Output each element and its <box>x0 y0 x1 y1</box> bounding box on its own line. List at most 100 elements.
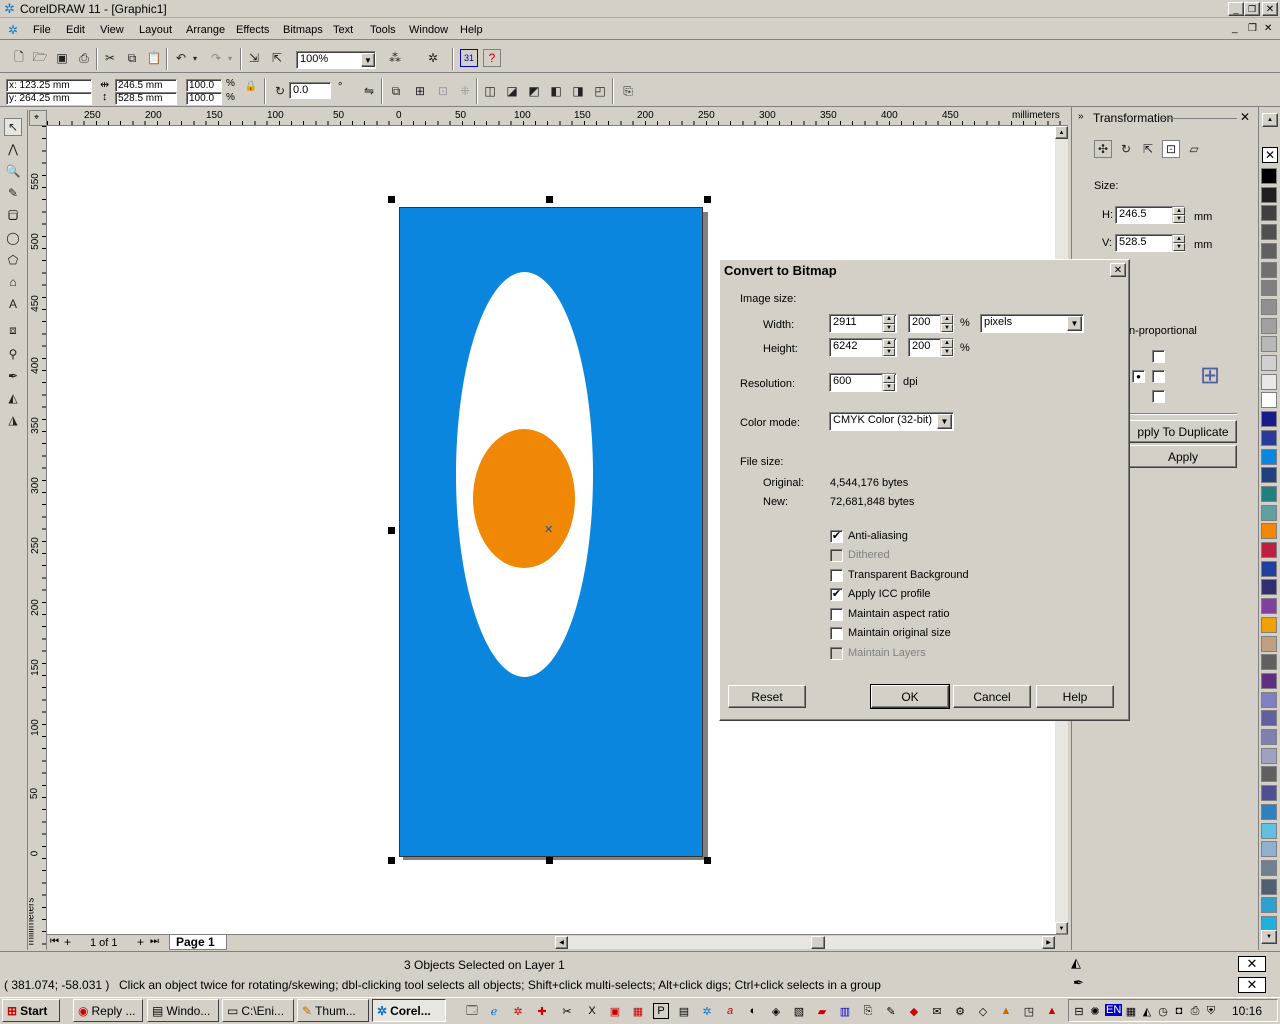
ungroup-all-icon[interactable]: ⊡ <box>434 82 452 100</box>
fill-tool-icon[interactable]: ◭ <box>4 389 22 407</box>
palette-swatch[interactable] <box>1261 261 1277 278</box>
back-minus-front-icon[interactable]: ◰ <box>591 82 609 100</box>
paste-icon[interactable]: 📋 <box>145 49 163 67</box>
tray-network-icon[interactable]: ⊟ <box>1071 1003 1087 1019</box>
quick-launch-icon[interactable]: ▥ <box>837 1003 853 1019</box>
taskbar-item-corel[interactable]: ✲ Corel... <box>372 999 446 1022</box>
selection-handle[interactable] <box>704 857 711 864</box>
doc-restore-button[interactable]: ❐ <box>1248 23 1257 34</box>
tray-clock-icon[interactable]: ◷ <box>1155 1003 1171 1019</box>
tray-ant-icon[interactable]: ✺ <box>1087 1003 1103 1019</box>
quick-launch-icon[interactable]: ▤ <box>676 1003 692 1019</box>
ungroup-icon[interactable]: ⊞ <box>411 82 429 100</box>
selection-handle[interactable] <box>704 196 711 203</box>
app-launcher-icon[interactable]: ⁂ <box>386 49 404 67</box>
zoom-dropdown-button[interactable]: ▼ <box>361 53 375 67</box>
simplify-icon[interactable]: ◧ <box>547 82 565 100</box>
trim-icon[interactable]: ◪ <box>503 82 521 100</box>
cancel-button[interactable]: Cancel <box>953 685 1031 708</box>
palette-swatch[interactable] <box>1261 822 1277 839</box>
selection-handle[interactable] <box>546 196 553 203</box>
intersect-icon[interactable]: ◩ <box>525 82 543 100</box>
units-dropdown-button[interactable]: ▼ <box>1067 316 1082 331</box>
object-height-field[interactable]: 528.5 mm <box>115 92 177 105</box>
minimize-button[interactable]: _ <box>1228 2 1244 16</box>
copy-icon[interactable]: ⧉ <box>123 49 141 67</box>
width-percent-spinner[interactable]: ▲ ▼ <box>940 315 953 332</box>
selection-handle[interactable] <box>388 196 395 203</box>
dialog-title-bar[interactable]: Convert to Bitmap ✕ <box>722 262 1127 280</box>
rotate-mode-icon[interactable]: ↻ <box>1117 140 1135 158</box>
anti-aliasing-checkbox[interactable]: ✔ <box>830 530 843 543</box>
quick-launch-icon[interactable]: ▦ <box>630 1003 646 1019</box>
palette-swatch[interactable] <box>1261 878 1277 895</box>
quick-launch-icon[interactable]: ▲ <box>998 1003 1014 1019</box>
position-mode-icon[interactable]: ✣ <box>1094 140 1112 158</box>
palette-swatch[interactable] <box>1261 803 1277 820</box>
palette-swatch[interactable] <box>1261 672 1277 689</box>
help-button[interactable]: Help <box>1036 685 1114 708</box>
menu-arrange[interactable]: Arrange <box>186 24 225 36</box>
palette-swatch[interactable] <box>1261 841 1277 858</box>
print-icon[interactable]: ⎙ <box>75 49 93 67</box>
zoom-tool-icon[interactable]: 🔍 <box>4 162 22 180</box>
height-spinner[interactable]: ▲ ▼ <box>882 339 895 356</box>
palette-swatch[interactable] <box>1261 411 1277 428</box>
palette-swatch[interactable] <box>1261 729 1277 745</box>
redo-dropdown-icon[interactable]: ▾ <box>225 49 235 67</box>
palette-swatch[interactable] <box>1261 859 1277 876</box>
quick-launch-icon[interactable]: P <box>653 1003 669 1019</box>
save-icon[interactable]: ▣ <box>53 49 71 67</box>
palette-swatch[interactable] <box>1261 317 1277 334</box>
quick-launch-icon[interactable]: ✂ <box>559 1003 575 1019</box>
selection-handle[interactable] <box>388 857 395 864</box>
language-indicator[interactable]: EN <box>1105 1004 1123 1016</box>
palette-swatch[interactable] <box>1261 710 1277 727</box>
scale-x-field[interactable]: 100.0 <box>186 79 222 92</box>
taskbar-item-folder[interactable]: ▭ C:\Eni... <box>222 999 294 1022</box>
basic-shapes-tool-icon[interactable]: ⌂ <box>4 273 22 291</box>
apply-icc-profile-checkbox[interactable]: ✔ <box>830 588 843 601</box>
interactive-fill-tool-icon[interactable]: ◮ <box>4 411 22 429</box>
scale-mode-icon[interactable]: ⇱ <box>1139 140 1157 158</box>
palette-swatch[interactable] <box>1261 766 1277 783</box>
palette-swatch[interactable] <box>1261 691 1277 708</box>
reset-button[interactable]: Reset <box>728 685 806 708</box>
menu-view[interactable]: View <box>100 24 124 36</box>
quick-launch-icon[interactable]: ✲ <box>699 1003 715 1019</box>
import-icon[interactable]: ⇲ <box>245 49 263 67</box>
quick-launch-icon[interactable]: ◈ <box>768 1003 784 1019</box>
weld-icon[interactable]: ◫ <box>481 82 499 100</box>
width-spinner[interactable]: ▲ ▼ <box>882 315 895 332</box>
palette-scroll-down-button[interactable]: ▼ <box>1261 930 1277 944</box>
start-button[interactable]: ⊞ Start <box>2 999 60 1022</box>
convert-to-curves-icon[interactable]: ⎘ <box>619 82 637 100</box>
cut-icon[interactable]: ✂ <box>101 49 119 67</box>
menu-help[interactable]: Help <box>460 24 483 36</box>
docker-h-spinner[interactable]: ▲ ▼ <box>1172 207 1185 223</box>
skew-mode-icon[interactable]: ▱ <box>1185 140 1203 158</box>
menu-layout[interactable]: Layout <box>139 24 172 36</box>
quick-launch-icon[interactable]: ℯ <box>486 1003 502 1019</box>
quick-launch-icon[interactable]: ⚙ <box>952 1003 968 1019</box>
y-position-field[interactable]: y: 264.25 mm <box>6 92 92 105</box>
polygon-tool-icon[interactable]: ⬠ <box>4 251 22 269</box>
palette-swatch[interactable] <box>1261 560 1277 577</box>
palette-swatch[interactable] <box>1261 392 1277 409</box>
docker-expand-icon[interactable]: » <box>1078 111 1084 122</box>
palette-swatch[interactable] <box>1261 168 1277 184</box>
quick-launch-icon[interactable]: ✲ <box>510 1003 526 1019</box>
palette-swatch[interactable] <box>1261 429 1277 446</box>
tray-display-icon[interactable]: ▦ <box>1123 1003 1139 1019</box>
taskbar-item-window[interactable]: ▤ Windo... <box>147 999 219 1022</box>
close-button[interactable]: ✕ <box>1262 2 1278 16</box>
apply-to-duplicate-button[interactable]: pply To Duplicate <box>1129 420 1237 443</box>
anchor-checkbox[interactable]: ● <box>1132 370 1145 383</box>
selection-handle[interactable] <box>546 857 553 864</box>
menu-window[interactable]: Window <box>409 24 448 36</box>
outline-tool-icon[interactable]: ✒ <box>4 367 22 385</box>
scroll-up-button[interactable]: ▲ <box>1055 126 1068 139</box>
color-mode-select[interactable]: CMYK Color (32-bit) <box>829 412 954 431</box>
palette-swatch[interactable] <box>1261 579 1277 596</box>
palette-swatch[interactable] <box>1261 897 1277 914</box>
